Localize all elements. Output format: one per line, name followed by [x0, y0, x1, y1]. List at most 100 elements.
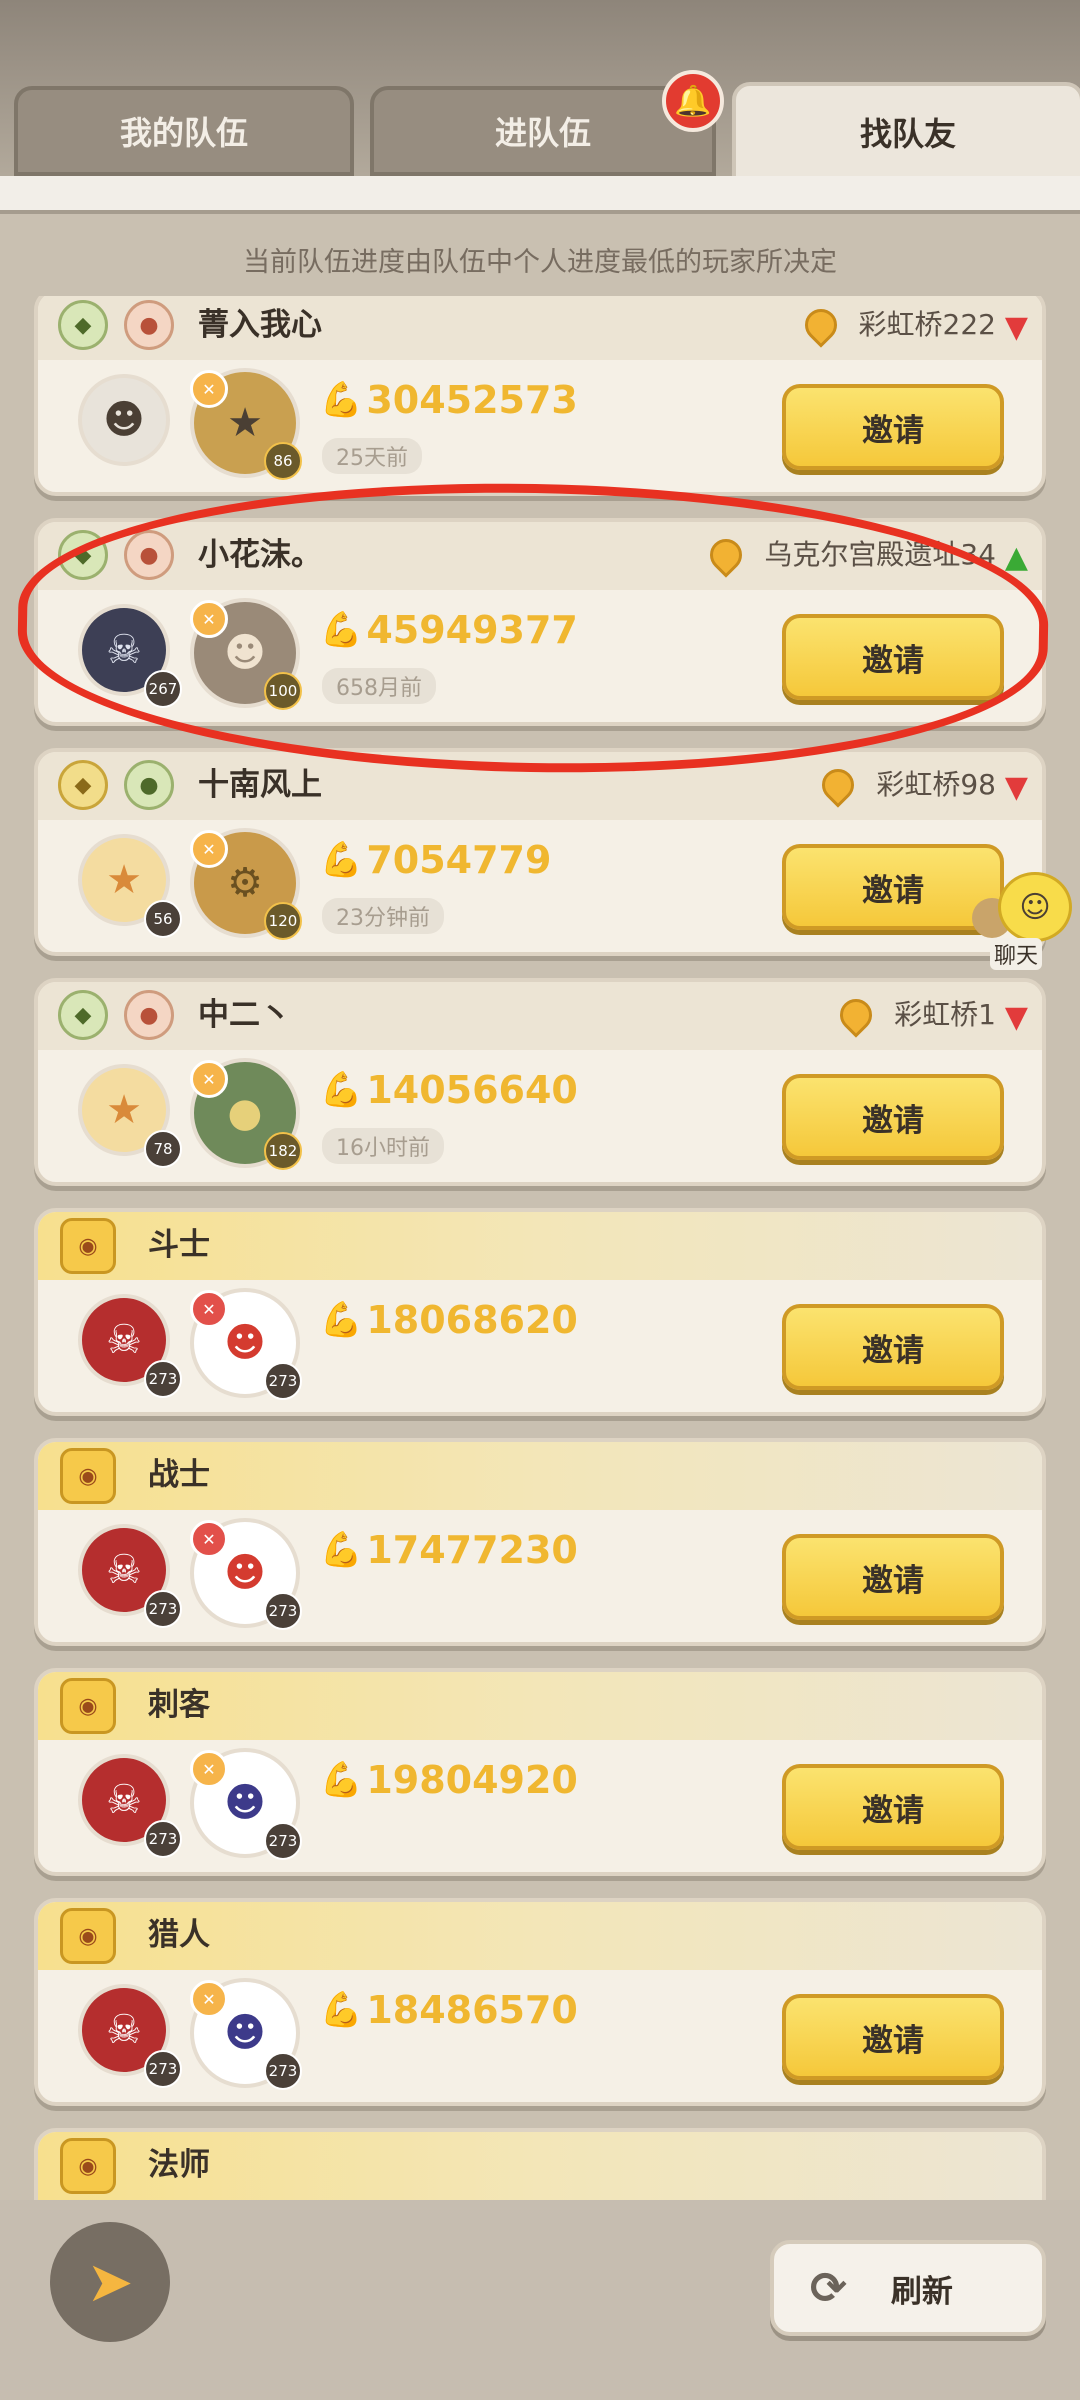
achievement-badge-icon: ◆ — [58, 300, 108, 350]
refresh-label: 刷新 — [890, 2273, 953, 2310]
tab-bar: 我的队伍 进队伍 找队友 — [14, 82, 1080, 182]
refresh-button[interactable]: ⟳ 刷新 — [770, 2240, 1046, 2336]
power-value: 💪 17477230 — [320, 1528, 578, 1572]
pet-type-icon: ✕ — [190, 600, 228, 638]
power-value: 💪 30452573 — [320, 378, 578, 422]
player-location: 乌克尔宫殿遗址34 — [703, 532, 996, 578]
achievement-badge-icon: ◆ — [58, 990, 108, 1040]
job-name: 刺客 — [148, 1687, 210, 1723]
pet-level: 86 — [264, 442, 302, 480]
pet-badge-icon: ● — [124, 300, 174, 350]
job-emblem-icon: ◉ — [60, 1908, 116, 1964]
card-header: ◉ 猎人 — [38, 1902, 1042, 1970]
player-location: 彩虹桥1 — [833, 992, 996, 1038]
player-list[interactable]: ◆ ● 菁入我心 彩虹桥222 ▼ ☻ ★ ✕ 86 💪 30452573 25天… — [34, 296, 1048, 2201]
player-level: 273 — [144, 2050, 182, 2088]
invite-button[interactable]: 邀请 — [782, 1534, 1004, 1620]
location-pin-icon — [815, 762, 861, 808]
last-online: 23分钟前 — [322, 898, 444, 934]
pet-badge-icon: ● — [124, 760, 174, 810]
power-value: 💪 14056640 — [320, 1068, 578, 1112]
player-level: 267 — [144, 670, 182, 708]
card-header: ◆ ● 菁入我心 彩虹桥222 ▼ — [38, 296, 1042, 360]
player-avatar[interactable]: ☻ — [78, 374, 170, 466]
pet-level: 120 — [264, 902, 302, 940]
pet-level: 273 — [264, 1362, 302, 1400]
player-level: 273 — [144, 1590, 182, 1628]
achievement-badge-icon: ◆ — [58, 530, 108, 580]
location-pin-icon — [797, 302, 844, 348]
pet-type-icon: ✕ — [190, 370, 228, 408]
job-name: 猎人 — [148, 1917, 210, 1953]
pet-type-icon: ✕ — [190, 1290, 228, 1328]
pet-badge-icon: ● — [124, 530, 174, 580]
location-text: 乌克尔宫殿遗址34 — [764, 538, 996, 571]
player-level: 78 — [144, 1130, 182, 1168]
tab-find-teammate[interactable]: 找队友 — [732, 82, 1080, 182]
pet-level: 182 — [264, 1132, 302, 1170]
job-emblem-icon: ◉ — [60, 2138, 116, 2194]
card-header: ◉ 法师 — [38, 2132, 1042, 2200]
player-name: 菁入我心 — [198, 307, 322, 343]
invite-button[interactable]: 邀请 — [782, 1764, 1004, 1850]
pet-level: 273 — [264, 2052, 302, 2090]
power-value: 💪 45949377 — [320, 608, 578, 652]
job-name: 法师 — [148, 2147, 210, 2183]
card-header: ◉ 刺客 — [38, 1672, 1042, 1740]
job-emblem-icon: ◉ — [60, 1448, 116, 1504]
power-icon: 💪 — [320, 1530, 363, 1570]
card-header: ◆ ● 十南风上 彩虹桥98 ▼ — [38, 752, 1042, 820]
tab-my-team[interactable]: 我的队伍 — [14, 86, 354, 176]
power-icon: 💪 — [320, 1070, 363, 1110]
power-value: 💪 18068620 — [320, 1298, 578, 1342]
job-name: 斗士 — [148, 1227, 210, 1263]
location-text: 彩虹桥1 — [894, 998, 996, 1031]
power-icon: 💪 — [320, 1300, 363, 1340]
invite-button[interactable]: 邀请 — [782, 1304, 1004, 1390]
player-name: 中二丶 — [198, 997, 291, 1033]
power-value: 💪 19804920 — [320, 1758, 578, 1802]
location-pin-icon — [833, 992, 879, 1038]
rank-down-icon: ▼ — [1004, 770, 1028, 805]
achievement-badge-icon: ◆ — [58, 760, 108, 810]
invite-button[interactable]: 邀请 — [782, 1994, 1004, 2080]
pet-level: 100 — [264, 672, 302, 710]
invite-button[interactable]: 邀请 — [782, 844, 1004, 930]
job-card: ◉ 刺客 ☠ 273 ☻ ✕ 273 💪 19804920 邀请 — [34, 1668, 1046, 1876]
card-header: ◆ ● 小花沫。 乌克尔宫殿遗址34 ▲ — [38, 522, 1042, 590]
rank-up-icon: ▲ — [1004, 540, 1028, 575]
power-icon: 💪 — [320, 840, 363, 880]
player-name: 小花沫。 — [198, 537, 322, 573]
player-level: 56 — [144, 900, 182, 938]
job-card: ◉ 猎人 ☠ 273 ☻ ✕ 273 💪 18486570 邀请 — [34, 1898, 1046, 2106]
header-divider — [0, 176, 1080, 214]
bell-icon: 🔔 — [662, 70, 724, 132]
back-arrow-icon[interactable]: ➤ — [50, 2222, 170, 2342]
rank-down-icon: ▼ — [1004, 1000, 1028, 1035]
player-name: 十南风上 — [198, 767, 322, 803]
location-text: 彩虹桥98 — [876, 768, 996, 801]
chat-face-icon: ☺ — [998, 872, 1072, 942]
power-icon: 💪 — [320, 1990, 363, 2030]
player-location: 彩虹桥222 — [797, 302, 996, 348]
player-location: 彩虹桥98 — [815, 762, 996, 808]
card-header: ◉ 斗士 — [38, 1212, 1042, 1280]
last-online: 658月前 — [322, 668, 436, 704]
pet-type-icon: ✕ — [190, 830, 228, 868]
job-emblem-icon: ◉ — [60, 1678, 116, 1734]
power-icon: 💪 — [320, 380, 363, 420]
invite-button[interactable]: 邀请 — [782, 614, 1004, 700]
pet-type-icon: ✕ — [190, 1520, 228, 1558]
invite-button[interactable]: 邀请 — [782, 384, 1004, 470]
player-level: 273 — [144, 1360, 182, 1398]
player-card: ◆ ● 十南风上 彩虹桥98 ▼ ★ 56 ⚙ ✕ 120 💪 7054779 2… — [34, 748, 1046, 956]
pet-type-icon: ✕ — [190, 1060, 228, 1098]
invite-button[interactable]: 邀请 — [782, 1074, 1004, 1160]
power-value: 💪 18486570 — [320, 1988, 578, 2032]
rank-down-icon: ▼ — [1004, 310, 1028, 345]
player-card: ◆ ● 中二丶 彩虹桥1 ▼ ★ 78 ● ✕ 182 💪 14056640 16… — [34, 978, 1046, 1186]
player-card: ◆ ● 菁入我心 彩虹桥222 ▼ ☻ ★ ✕ 86 💪 30452573 25天… — [34, 296, 1046, 496]
location-pin-icon — [703, 532, 749, 578]
chat-label: 聊天 — [990, 938, 1043, 970]
chat-button[interactable]: ☺ 聊天 — [972, 872, 1072, 970]
